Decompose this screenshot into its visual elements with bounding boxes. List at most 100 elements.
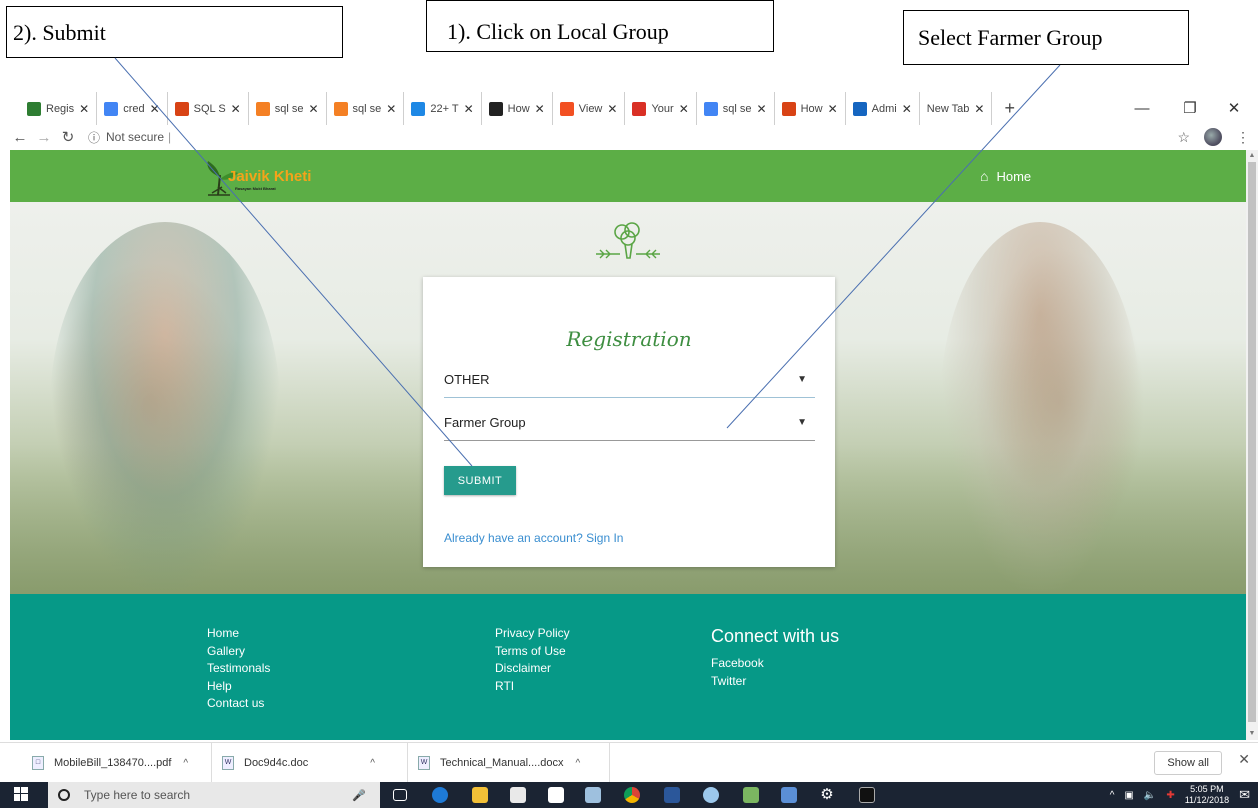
clock[interactable]: 5:05 PM 11/12/2018 xyxy=(1185,784,1229,806)
network-icon[interactable]: ▣ xyxy=(1124,790,1133,801)
google-icon xyxy=(703,101,718,116)
download-item[interactable]: W Doc9d4c.doc ^ xyxy=(212,743,408,783)
task-view-icon[interactable] xyxy=(393,789,407,801)
footer-link-facebook[interactable]: Facebook xyxy=(711,655,839,673)
star-icon[interactable]: ☆ xyxy=(1177,129,1190,146)
minimize-icon[interactable]: — xyxy=(1122,92,1162,125)
close-tab-icon[interactable]: ✕ xyxy=(231,102,241,116)
footer-link-terms[interactable]: Terms of Use xyxy=(495,643,570,661)
close-tab-icon[interactable]: ✕ xyxy=(79,102,89,116)
browser-tab[interactable]: New Tab ✕ xyxy=(920,92,993,125)
edge-icon[interactable] xyxy=(432,787,448,803)
new-tab-button[interactable]: + xyxy=(992,98,1027,119)
menu-icon[interactable]: ⋮ xyxy=(1236,129,1250,146)
browser-tab[interactable]: How ✕ xyxy=(775,92,846,125)
store-icon[interactable] xyxy=(510,787,526,803)
close-tab-icon[interactable]: ✕ xyxy=(828,102,838,116)
file-explorer-icon[interactable] xyxy=(472,787,488,803)
site-logo[interactable]: Jaivik Kheti Rasayan Mukt Bharat xyxy=(200,157,330,197)
browser-tab[interactable]: 22+ T ✕ xyxy=(404,92,482,125)
close-tab-icon[interactable]: ✕ xyxy=(974,102,984,116)
browser-tab[interactable]: View ✕ xyxy=(553,92,626,125)
cmd-icon[interactable] xyxy=(859,787,875,803)
info-icon[interactable]: ⓘ xyxy=(88,129,100,146)
system-tray: ^ ▣ 🔈 ✚ 5:05 PM 11/12/2018 ✉ xyxy=(1110,782,1250,808)
brand-tagline: Rasayan Mukt Bharat xyxy=(235,186,276,191)
close-tab-icon[interactable]: ✕ xyxy=(308,102,318,116)
sign-in-link[interactable]: Already have an account? Sign In xyxy=(444,531,623,545)
footer-link-privacy[interactable]: Privacy Policy xyxy=(495,625,570,643)
antivirus-icon[interactable]: ✚ xyxy=(1166,790,1174,801)
scroll-down-icon[interactable]: ▼ xyxy=(1246,728,1258,740)
scroll-up-icon[interactable]: ▲ xyxy=(1246,150,1258,162)
mail-icon[interactable] xyxy=(548,787,564,803)
clock-time: 5:05 PM xyxy=(1190,784,1224,794)
browser-tab[interactable]: Regis ✕ xyxy=(20,92,98,125)
back-icon[interactable]: ← xyxy=(8,129,32,146)
browser-tab[interactable]: sql se ✕ xyxy=(327,92,405,125)
footer-link-twitter[interactable]: Twitter xyxy=(711,673,839,691)
close-downloads-icon[interactable]: ✕ xyxy=(1238,751,1250,768)
tray-chevron-icon[interactable]: ^ xyxy=(1110,790,1115,801)
chevron-up-icon[interactable]: ^ xyxy=(183,758,188,769)
user-type-select[interactable]: OTHER ▼ xyxy=(444,365,815,398)
browser-tab[interactable]: Admi ✕ xyxy=(846,92,920,125)
taskbar-search[interactable]: Type here to search 🎤 xyxy=(48,782,380,808)
footer-links-legal: Privacy Policy Terms of Use Disclaimer R… xyxy=(495,625,570,695)
browser-tab[interactable]: How ✕ xyxy=(482,92,553,125)
footer-link-help[interactable]: Help xyxy=(207,678,270,696)
close-window-icon[interactable]: ✕ xyxy=(1214,92,1254,125)
chrome-icon[interactable] xyxy=(624,787,640,803)
profile-avatar[interactable] xyxy=(1204,128,1222,146)
group-type-select[interactable]: Farmer Group ▼ xyxy=(444,408,815,441)
windows-start-icon[interactable] xyxy=(14,787,28,801)
close-tab-icon[interactable]: ✕ xyxy=(464,102,474,116)
close-tab-icon[interactable]: ✕ xyxy=(757,102,767,116)
volume-icon[interactable]: 🔈 xyxy=(1144,790,1156,801)
footer-link-disclaimer[interactable]: Disclaimer xyxy=(495,660,570,678)
footer-link-gallery[interactable]: Gallery xyxy=(207,643,270,661)
paint-icon[interactable] xyxy=(703,787,719,803)
notifications-icon[interactable]: ✉ xyxy=(1239,787,1250,803)
browser-tab[interactable]: sql se ✕ xyxy=(249,92,327,125)
close-tab-icon[interactable]: ✕ xyxy=(535,102,545,116)
microphone-icon[interactable]: 🎤 xyxy=(352,789,366,802)
chevron-up-icon[interactable]: ^ xyxy=(370,758,375,769)
close-tab-icon[interactable]: ✕ xyxy=(386,102,396,116)
close-tab-icon[interactable]: ✕ xyxy=(150,102,160,116)
nav-home[interactable]: ⌂ Home xyxy=(980,150,1031,202)
scroll-thumb[interactable] xyxy=(1248,162,1256,722)
close-tab-icon[interactable]: ✕ xyxy=(607,102,617,116)
browser-tab[interactable]: cred ✕ xyxy=(97,92,168,125)
snipping-tool-icon[interactable] xyxy=(585,787,601,803)
url-cursor: | xyxy=(168,130,172,144)
download-filename: MobileBill_138470....pdf xyxy=(54,757,172,769)
forward-icon[interactable]: → xyxy=(32,129,56,146)
sql-icon xyxy=(781,101,796,116)
close-tab-icon[interactable]: ✕ xyxy=(679,102,689,116)
reload-icon[interactable]: ↻ xyxy=(56,128,80,146)
submit-button[interactable]: SUBMIT xyxy=(444,466,516,495)
settings-icon[interactable]: ⚙ xyxy=(819,787,835,803)
browser-tab[interactable]: Your ✕ xyxy=(625,92,697,125)
show-all-button[interactable]: Show all xyxy=(1154,751,1222,775)
word-icon[interactable] xyxy=(664,787,680,803)
remote-desktop-icon[interactable] xyxy=(781,787,797,803)
browser-tab-label: SQL S xyxy=(193,102,226,115)
footer-link-contact[interactable]: Contact us xyxy=(207,695,270,713)
browser-tab[interactable]: SQL S ✕ xyxy=(168,92,249,125)
footer-link-testimonials[interactable]: Testimonals xyxy=(207,660,270,678)
chevron-up-icon[interactable]: ^ xyxy=(576,758,581,769)
download-item[interactable]: W Technical_Manual....docx ^ xyxy=(408,743,610,783)
close-tab-icon[interactable]: ✕ xyxy=(902,102,912,116)
omnibox[interactable]: ⓘ Not secure | xyxy=(88,129,171,146)
notepad-icon[interactable] xyxy=(743,787,759,803)
registration-card: Registration OTHER ▼ Farmer Group ▼ SUBM… xyxy=(423,277,835,567)
footer-link-rti[interactable]: RTI xyxy=(495,678,570,696)
footer-link-home[interactable]: Home xyxy=(207,625,270,643)
download-item[interactable]: □ MobileBill_138470....pdf ^ xyxy=(22,743,212,783)
browser-tab-label: Admi xyxy=(871,102,897,115)
browser-tab[interactable]: sql se ✕ xyxy=(697,92,775,125)
restore-icon[interactable]: ❐ xyxy=(1170,92,1210,125)
page-scrollbar[interactable]: ▲ ▼ xyxy=(1246,150,1258,740)
